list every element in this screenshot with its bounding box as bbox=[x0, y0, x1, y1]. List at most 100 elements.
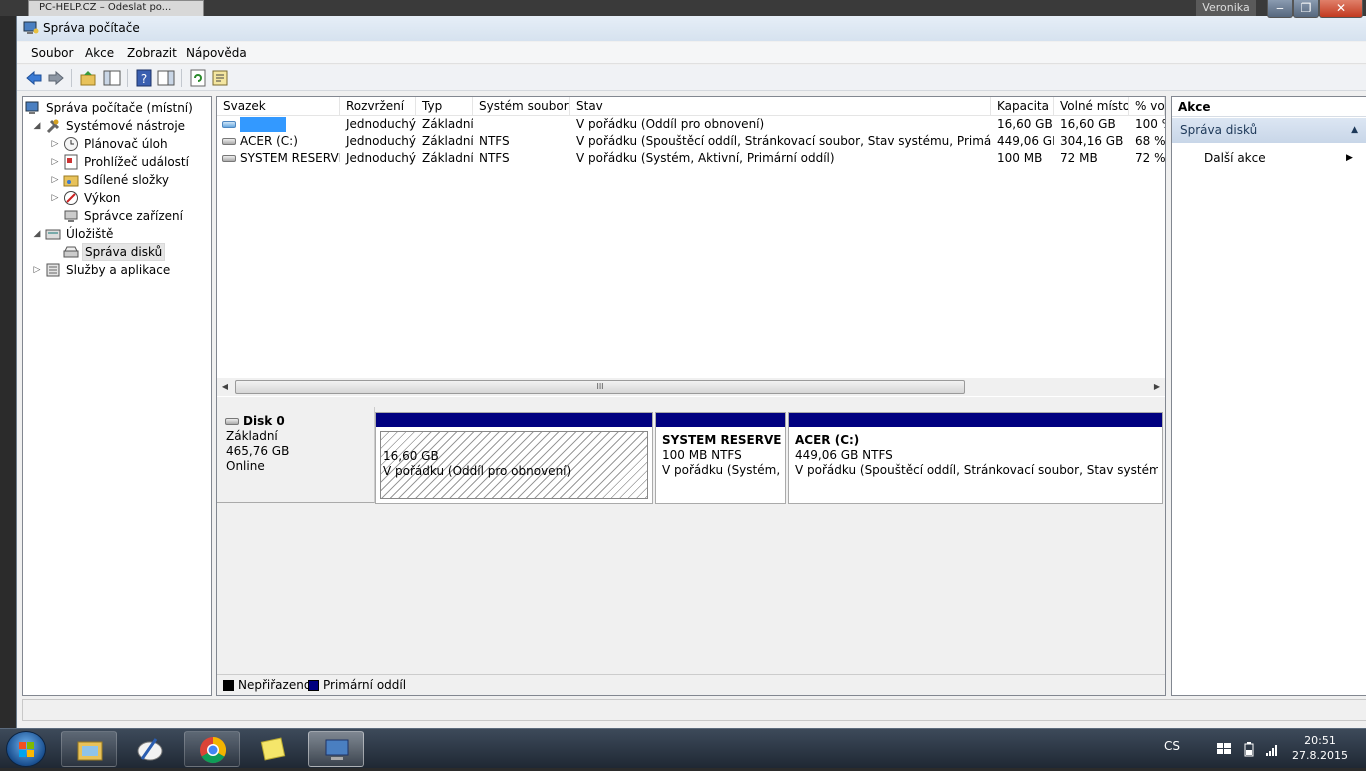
volume-row[interactable]: ACER (C:) Jednoduchý Základní NTFS V poř… bbox=[217, 133, 1165, 150]
show-hide-action-pane-icon[interactable] bbox=[157, 69, 175, 87]
help-icon[interactable]: ? bbox=[135, 69, 153, 87]
disk-info-panel[interactable]: Disk 0 Základní 465,76 GB Online bbox=[217, 407, 375, 503]
tree-label: Služby a aplikace bbox=[66, 263, 171, 277]
legend-label-primary: Primární oddíl bbox=[323, 678, 407, 692]
volume-name-highlight bbox=[240, 117, 286, 132]
background-browser-tab[interactable]: PC-HELP.CZ – Odeslat po... bbox=[28, 0, 204, 16]
show-hide-tree-icon[interactable] bbox=[103, 69, 121, 87]
services-icon bbox=[46, 263, 60, 277]
column-header-filesystem[interactable]: Systém souborů bbox=[473, 97, 570, 116]
column-header-layout[interactable]: Rozvržení bbox=[340, 97, 416, 116]
signal-icon[interactable] bbox=[1264, 741, 1280, 757]
sticky-notes-icon bbox=[260, 737, 286, 761]
tree-node-device-manager[interactable]: Správce zařízení bbox=[49, 207, 209, 225]
windows-flag-tray-icon[interactable] bbox=[1216, 741, 1232, 757]
column-header-free-space[interactable]: Volné místo bbox=[1054, 97, 1129, 116]
partition-size: 16,60 GB bbox=[383, 449, 439, 463]
clock-icon bbox=[64, 137, 78, 151]
volume-name: SYSTEM RESERVED bbox=[240, 151, 340, 165]
more-actions-item[interactable]: Další akce ▶ bbox=[1204, 149, 1353, 167]
forward-icon[interactable] bbox=[47, 69, 65, 87]
tree-node-system-tools[interactable]: ◢ Systémové nástroje bbox=[31, 117, 211, 135]
menu-file[interactable]: Soubor bbox=[31, 46, 73, 60]
tools-icon bbox=[46, 119, 60, 134]
column-header-volume[interactable]: Svazek bbox=[217, 97, 340, 116]
collapse-arrow-icon[interactable]: ◢ bbox=[31, 117, 43, 135]
tree-node-computer-management[interactable]: Správa počítače (místní) bbox=[25, 99, 210, 117]
menu-help[interactable]: Nápověda bbox=[186, 46, 247, 60]
disk-icon bbox=[222, 138, 236, 145]
disk-type: Základní bbox=[226, 429, 278, 443]
status-bar bbox=[22, 699, 1366, 721]
battery-icon[interactable] bbox=[1241, 741, 1257, 757]
scroll-right-icon[interactable]: ▶ bbox=[1149, 378, 1165, 396]
taskbar-computer-management[interactable] bbox=[308, 731, 364, 767]
menu-view[interactable]: Zobrazit bbox=[127, 46, 177, 60]
volume-row[interactable]: SYSTEM RESERVED Jednoduchý Základní NTFS… bbox=[217, 150, 1165, 167]
collapse-up-icon[interactable]: ▲ bbox=[1351, 118, 1358, 143]
volume-type-cell: Základní bbox=[422, 151, 473, 165]
partition-size: 100 MB NTFS bbox=[662, 448, 742, 462]
volume-capacity-cell: 16,60 GB bbox=[997, 117, 1053, 131]
volume-row[interactable]: Jednoduchý Základní V pořádku (Oddíl pro… bbox=[217, 116, 1165, 133]
tree-node-task-scheduler[interactable]: ▷ Plánovač úloh bbox=[49, 135, 209, 153]
tree-node-storage[interactable]: ◢ Úložiště bbox=[31, 225, 211, 243]
taskbar-chrome[interactable] bbox=[184, 731, 240, 767]
tree-node-services[interactable]: ▷ Služby a aplikace bbox=[31, 261, 211, 279]
volume-name-cell bbox=[217, 116, 340, 133]
explorer-icon bbox=[77, 741, 103, 761]
computer-management-icon bbox=[25, 101, 39, 114]
tree-node-disk-management[interactable]: Správa disků bbox=[49, 243, 209, 261]
volume-fs-cell: NTFS bbox=[479, 151, 510, 165]
horizontal-scrollbar[interactable]: ◀ III ▶ bbox=[217, 378, 1165, 396]
maximize-button[interactable]: ❐ bbox=[1293, 0, 1319, 18]
column-header-status[interactable]: Stav bbox=[570, 97, 991, 116]
partition-recovery[interactable]: 16,60 GB V pořádku (Oddíl pro obnovení) bbox=[375, 412, 653, 504]
refresh-icon[interactable] bbox=[189, 69, 207, 87]
start-button[interactable] bbox=[6, 731, 46, 767]
system-clock[interactable]: 20:51 27.8.2015 bbox=[1290, 733, 1350, 763]
properties-icon[interactable] bbox=[211, 69, 229, 87]
expand-arrow-icon[interactable]: ▷ bbox=[49, 171, 61, 189]
collapse-arrow-icon[interactable]: ◢ bbox=[31, 225, 43, 243]
shared-folder-icon bbox=[63, 175, 79, 187]
back-icon[interactable] bbox=[25, 69, 43, 87]
partition-system-reserved[interactable]: SYSTEM RESERVED 100 MB NTFS V pořádku (S… bbox=[655, 412, 786, 504]
actions-section-disk-management[interactable]: Správa disků ▲ bbox=[1172, 118, 1366, 143]
toolbar: ? bbox=[17, 65, 1366, 91]
volume-type-cell: Základní bbox=[422, 134, 473, 148]
taskbar: CS 20:51 27.8.2015 bbox=[0, 728, 1366, 768]
taskbar-explorer[interactable] bbox=[61, 731, 117, 767]
partition-body: ACER (C:) 449,06 GB NTFS V pořádku (Spou… bbox=[793, 431, 1158, 499]
expand-arrow-icon[interactable]: ▷ bbox=[49, 189, 61, 207]
disk-name: Disk 0 bbox=[225, 414, 374, 429]
scroll-left-icon[interactable]: ◀ bbox=[217, 378, 233, 396]
language-indicator[interactable]: CS bbox=[1164, 739, 1180, 753]
tree-label: Plánovač úloh bbox=[84, 137, 168, 151]
tree-node-shared-folders[interactable]: ▷ Sdílené složky bbox=[49, 171, 209, 189]
expand-arrow-icon[interactable]: ▷ bbox=[31, 261, 43, 279]
menu-action[interactable]: Akce bbox=[85, 46, 114, 60]
expand-arrow-icon[interactable]: ▷ bbox=[49, 135, 61, 153]
column-header-type[interactable]: Typ bbox=[416, 97, 473, 116]
close-button[interactable]: ✕ bbox=[1319, 0, 1363, 18]
taskbar-paint[interactable] bbox=[122, 731, 178, 767]
tree-node-event-viewer[interactable]: ▷ Prohlížeč událostí bbox=[49, 153, 209, 171]
up-folder-icon[interactable] bbox=[79, 69, 97, 87]
partition-acer-c[interactable]: ACER (C:) 449,06 GB NTFS V pořádku (Spou… bbox=[788, 412, 1163, 504]
partition-body: SYSTEM RESERVED 100 MB NTFS V pořádku (S… bbox=[660, 431, 781, 499]
volume-percent-cell: 100 % bbox=[1135, 117, 1165, 131]
expand-arrow-icon[interactable]: ▷ bbox=[49, 153, 61, 171]
volume-status-cell: V pořádku (Spouštěcí oddíl, Stránkovací … bbox=[576, 134, 991, 148]
scrollbar-thumb[interactable]: III bbox=[235, 380, 965, 394]
tree-node-performance[interactable]: ▷ Výkon bbox=[49, 189, 209, 207]
minimize-button[interactable]: ‒ bbox=[1267, 0, 1293, 18]
volume-status-cell: V pořádku (Oddíl pro obnovení) bbox=[576, 117, 765, 131]
submenu-arrow-icon: ▶ bbox=[1346, 153, 1353, 163]
taskbar-sticky-notes[interactable] bbox=[246, 731, 302, 767]
column-header-capacity[interactable]: Kapacita bbox=[991, 97, 1054, 116]
volume-free-cell: 72 MB bbox=[1060, 151, 1098, 165]
disk-management-icon bbox=[63, 246, 79, 258]
volume-free-cell: 304,16 GB bbox=[1060, 134, 1124, 148]
column-header-percent-free[interactable]: % volí bbox=[1129, 97, 1165, 116]
